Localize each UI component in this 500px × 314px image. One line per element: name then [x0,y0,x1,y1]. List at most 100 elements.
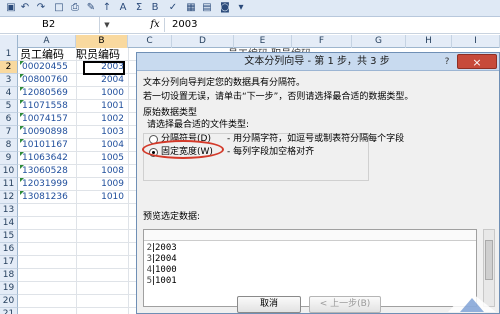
column-headers: A B C D E F G H I [0,35,500,48]
chart-icon[interactable]: ▤ [200,1,214,15]
row-header[interactable]: 15 [0,230,18,243]
select-all-corner[interactable] [0,35,18,48]
row-header[interactable]: 11 [0,178,18,191]
option-delimited-desc: - 用分隔字符，如逗号或制表符分隔每个字段 [227,134,405,144]
cell-b[interactable]: 2004 [84,74,124,87]
cell-b[interactable]: 1003 [84,126,124,139]
group-title: 原始数据类型 [143,108,198,118]
undo-icon[interactable]: ↶ [18,1,32,15]
preview-line: 3 2004 [146,254,177,264]
cell-a[interactable]: 10090898 [20,126,70,139]
close-icon[interactable]: × [457,54,497,69]
active-cell-outline [83,61,125,75]
row-header[interactable]: 1 [0,48,18,61]
spellcheck-icon[interactable]: ✓ [166,1,180,15]
cancel-button[interactable]: 取消 [237,296,301,313]
save-icon[interactable]: ▣ [4,1,18,15]
chevron-down-icon[interactable]: ▼ [102,17,112,33]
formula-input[interactable]: 2003 [172,17,197,33]
row-header[interactable]: 14 [0,217,18,230]
cell-a[interactable]: 13060528 [20,165,70,178]
row-header[interactable]: 8 [0,139,18,152]
row-header[interactable]: 3 [0,74,18,87]
column-header-i[interactable]: I [452,35,500,48]
cell-b1[interactable]: 职员编码 [76,48,120,61]
font-color-icon[interactable]: A [116,1,130,15]
sum-icon[interactable]: Σ [132,1,146,15]
row-header[interactable]: 16 [0,243,18,256]
dialog-title-bar[interactable]: 文本分列向导 - 第 1 步，共 3 步 ? × [137,53,499,71]
cell-a[interactable]: 12031999 [20,178,70,191]
row-header[interactable]: 19 [0,282,18,295]
column-header-h[interactable]: H [406,35,452,48]
preview-line: 4 1000 [146,265,177,275]
text-to-columns-dialog: 文本分列向导 - 第 1 步，共 3 步 ? × 文本分列向导判定您的数据具有分… [136,52,500,314]
column-header-a[interactable]: A [18,35,76,48]
cell-b[interactable]: 1000 [84,87,124,100]
preview-line: 2 2003 [146,243,177,253]
option-fixed-desc: - 每列字段加空格对齐 [227,147,315,157]
cell-b[interactable]: 1008 [84,165,124,178]
divider [164,18,165,32]
scrollbar-thumb[interactable] [485,240,493,280]
row-header[interactable]: 13 [0,204,18,217]
cell-a[interactable]: 10101167 [20,139,70,152]
camera-icon[interactable]: ◙ [218,1,232,15]
format-painter-icon[interactable]: ✎ [84,1,98,15]
row-header[interactable]: 2 [0,61,18,74]
cell-a[interactable]: 10074157 [20,113,70,126]
column-header-c[interactable]: C [128,35,172,48]
cell-a[interactable]: 11071558 [20,100,70,113]
row-header[interactable]: 21 [0,308,18,314]
cell-a[interactable]: 00020455 [20,61,70,74]
cell-a[interactable]: 13081236 [20,191,70,204]
row-header[interactable]: 6 [0,113,18,126]
cell-b[interactable]: 1005 [84,152,124,165]
help-icon[interactable]: ? [440,55,454,69]
red-highlight-ellipse [142,140,224,159]
row-header[interactable]: 5 [0,100,18,113]
row-header[interactable]: 9 [0,152,18,165]
name-box[interactable]: B2 [0,17,100,33]
row-header[interactable]: 17 [0,256,18,269]
excel-window: ▣ ↶ ↷ □ ⎙ ✎ ↑ A Σ B ✓ ▦ ▤ ◙ ▾ B2 ▼ fx 20… [0,0,500,314]
cell-a1[interactable]: 员工编码 [20,48,64,61]
back-button[interactable]: < 上一步(B) [309,296,381,313]
cell-b[interactable]: 1010 [84,191,124,204]
customize-qat-icon[interactable]: ▾ [234,1,248,15]
bold-icon[interactable]: B [148,1,162,15]
cell-a[interactable]: 00800760 [20,74,70,87]
dialog-title: 文本分列向导 - 第 1 步，共 3 步 [244,56,390,67]
column-header-g[interactable]: G [352,35,406,48]
new-file-icon[interactable]: □ [52,1,66,15]
watermark-logo [448,290,496,312]
cell-b[interactable]: 1001 [84,100,124,113]
cell-a[interactable]: 11063642 [20,152,70,165]
row-header[interactable]: 20 [0,295,18,308]
preview-ruler [144,230,476,241]
quick-access-toolbar: ▣ ↶ ↷ □ ⎙ ✎ ↑ A Σ B ✓ ▦ ▤ ◙ ▾ [0,0,500,17]
column-header-f[interactable]: F [292,35,352,48]
cell-b[interactable]: 1004 [84,139,124,152]
group-prompt: 请选择最合适的文件类型: [147,120,250,130]
row-header[interactable]: 12 [0,191,18,204]
row-header[interactable]: 4 [0,87,18,100]
row-header[interactable]: 18 [0,269,18,282]
row-header[interactable]: 10 [0,165,18,178]
redo-icon[interactable]: ↷ [34,1,48,15]
cell-b[interactable]: 1009 [84,178,124,191]
cell-a[interactable]: 12080569 [20,87,70,100]
dialog-message-1: 文本分列向导判定您的数据具有分隔符。 [143,78,306,88]
grid-icon[interactable]: ▦ [184,1,198,15]
column-header-d[interactable]: D [172,35,234,48]
row-header[interactable]: 7 [0,126,18,139]
function-icon[interactable]: fx [146,17,164,33]
preview-label: 预览选定数据: [143,212,201,222]
column-header-b[interactable]: B [76,35,128,48]
print-icon[interactable]: ⎙ [68,1,82,15]
sort-ascending-icon[interactable]: ↑ [100,1,114,15]
cell-b[interactable]: 1002 [84,113,124,126]
dialog-message-2: 若一切设置无误，请单击“下一步”，否则请选择最合适的数据类型。 [143,92,414,102]
column-header-e[interactable]: E [234,35,292,48]
preview-line: 5 1001 [146,276,177,286]
